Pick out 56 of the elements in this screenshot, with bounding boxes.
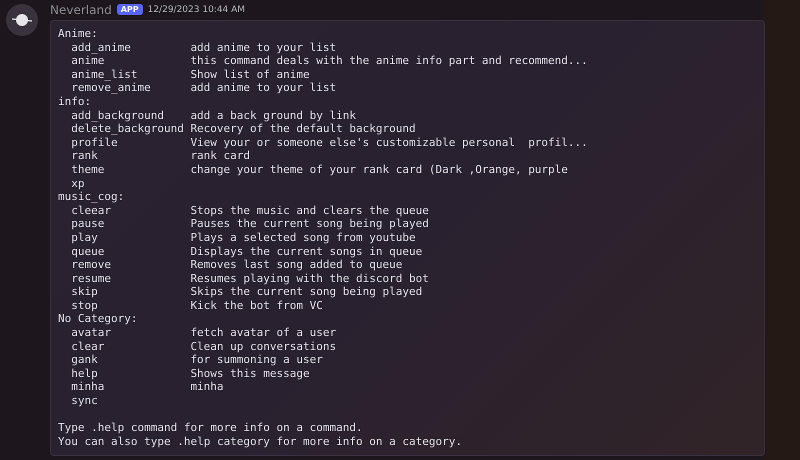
command-description: this command deals with the anime info part and recommend... <box>190 54 588 68</box>
command-name: avatar <box>71 326 112 340</box>
command-description: rank card <box>190 149 250 163</box>
command-name: resume <box>71 272 112 286</box>
command-description: Displays the current songs in queue <box>190 244 422 258</box>
command-description: Show list of anime <box>190 68 310 82</box>
command-description: View your or someone else's customizable personal profil... <box>190 136 588 150</box>
command-description: minha <box>190 380 224 394</box>
command-name: theme <box>71 162 106 177</box>
command-description: Skips the current song being played <box>190 285 422 299</box>
command-name: minha <box>71 380 106 394</box>
command-name: queue <box>71 244 106 258</box>
command-name: profile <box>71 136 119 150</box>
command-description: Clean up conversations <box>190 340 336 354</box>
command-name: cleear <box>71 204 112 218</box>
command-name: rank <box>71 149 99 163</box>
command-name: sync <box>71 394 99 408</box>
command-name: add_anime <box>71 40 132 54</box>
category-title: Anime: <box>58 27 98 41</box>
command-description: Recovery of the default background <box>190 122 416 136</box>
command-name: clear <box>71 340 106 354</box>
command-description: change your theme of your rank card (Dark ,Orange, purple <box>190 162 568 177</box>
command-description: Removes last song added to queue <box>190 258 402 272</box>
command-description: Plays a selected song from youtube <box>190 230 416 244</box>
command-description: Kick the bot from VC <box>190 298 323 312</box>
category-title: info: <box>58 94 92 109</box>
command-description: Shows this message <box>190 366 310 380</box>
command-name: help <box>71 366 99 380</box>
command-name: xp <box>71 176 86 190</box>
command-name: stop <box>71 298 99 312</box>
category-title: No Category: <box>58 312 138 326</box>
command-name: remove <box>71 258 112 272</box>
command-name: add_background <box>71 108 165 122</box>
timestamp: 12/29/2023 10:44 AM <box>148 4 246 14</box>
command-description: for summoning a user <box>190 353 323 367</box>
command-description: add anime to your list <box>190 40 336 54</box>
command-name: gank <box>71 353 99 367</box>
command-description: add a back ground by link <box>190 108 356 122</box>
command-name: skip <box>71 285 99 299</box>
command-description: fetch avatar of a user <box>190 326 336 340</box>
command-description: add anime to your list <box>190 81 336 95</box>
author-name[interactable]: Neverland <box>50 2 112 16</box>
command-name: pause <box>71 217 106 231</box>
command-name: delete_background <box>71 122 185 136</box>
command-name: anime_list <box>71 68 138 82</box>
command-name: remove_anime <box>71 81 152 95</box>
app-badge: APP <box>116 4 143 15</box>
avatar-icon <box>6 4 38 36</box>
help-note: Type .help command for more info on a command. <box>58 421 363 435</box>
help-note: You can also type .help category for more info on a category. <box>58 434 462 448</box>
command-description: Stops the music and clears the queue <box>190 204 429 218</box>
command-description: Pauses the current song being played <box>190 217 429 231</box>
command-name: play <box>71 230 99 244</box>
command-name: anime <box>71 54 106 68</box>
command-description: Resumes playing with the discord bot <box>190 272 429 286</box>
category-title: music_cog: <box>58 190 124 204</box>
